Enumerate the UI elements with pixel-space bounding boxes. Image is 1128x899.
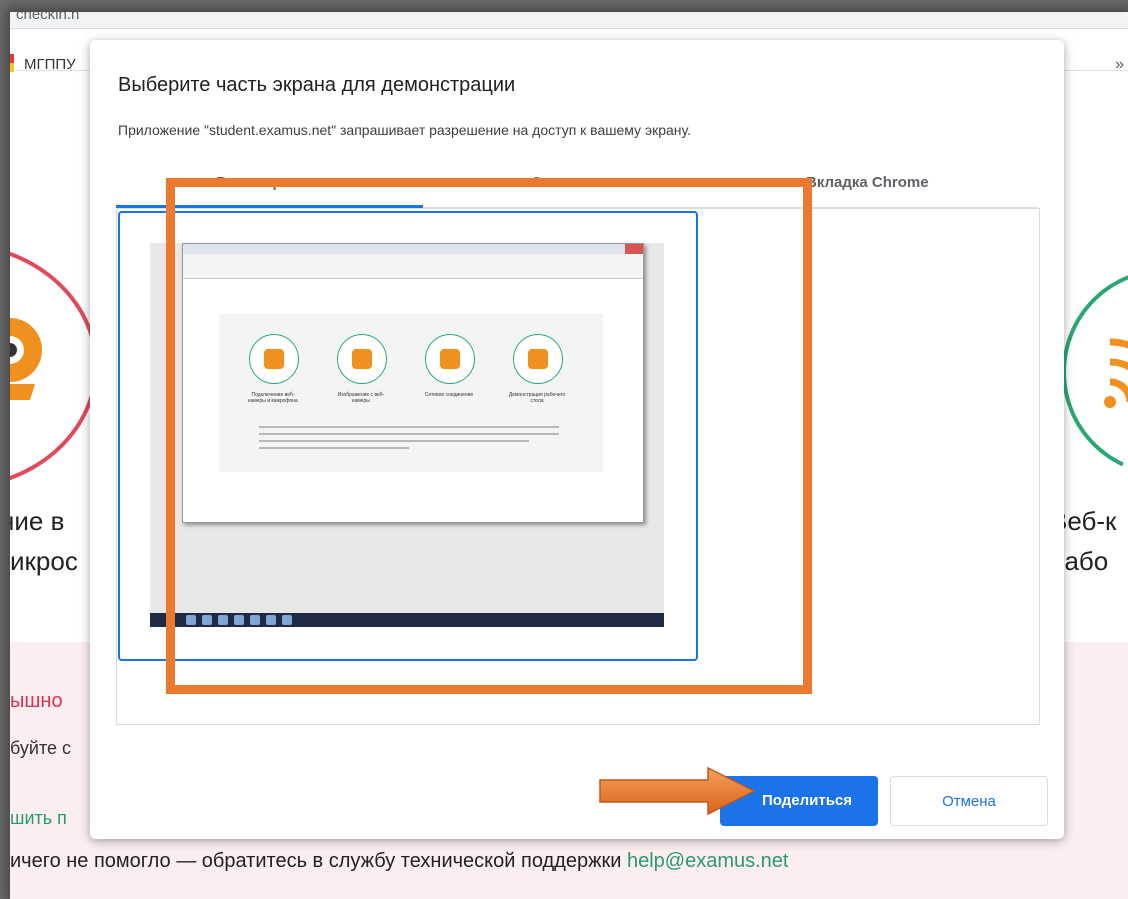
arrow-icon	[599, 766, 756, 816]
bg-text-left-2: икрос	[10, 546, 78, 576]
cancel-button[interactable]: Отмена	[890, 776, 1048, 826]
dialog-title: Выберите часть экрана для демонстрации	[118, 74, 516, 96]
address-bar[interactable]: checkin.h	[10, 12, 1128, 29]
bg-error-text: ышно	[10, 690, 63, 712]
bookmark-icon	[10, 54, 14, 72]
highlight-frame	[166, 178, 812, 694]
bg-link[interactable]: шить п	[10, 808, 67, 829]
bg-text-left-1: ние в	[10, 506, 65, 536]
network-icon	[1104, 338, 1128, 408]
support-email-link[interactable]: help@examus.net	[627, 850, 789, 872]
support-footer: ичего не помогло — обратитесь в службу т…	[10, 850, 788, 873]
support-text: ичего не помогло — обратитесь в службу т…	[10, 850, 627, 872]
bookmark-label[interactable]: МГППУ	[24, 56, 76, 73]
dialog-subtitle: Приложение "student.examus.net" запрашив…	[118, 122, 692, 138]
url-text: checkin.h	[16, 12, 80, 23]
cancel-button-label: Отмена	[942, 793, 996, 810]
tab-chrome-tab[interactable]: Вкладка Chrome	[806, 174, 929, 191]
bg-try-text: буйте с	[10, 738, 72, 758]
share-button-label: Поделиться	[762, 792, 853, 809]
webcam-icon	[10, 318, 42, 400]
